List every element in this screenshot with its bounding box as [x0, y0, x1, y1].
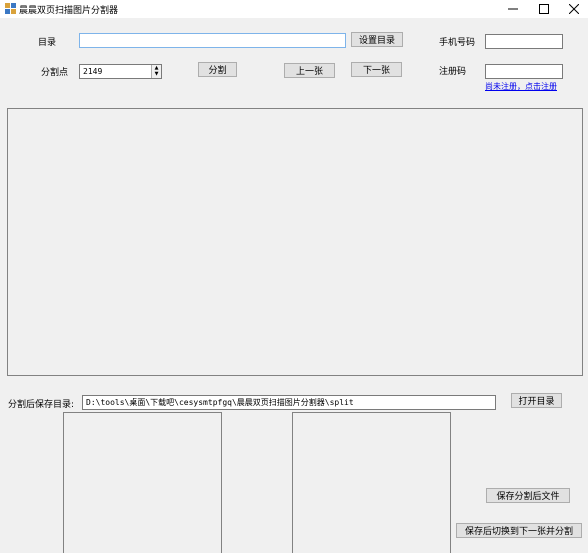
open-dir-button[interactable]: 打开目录: [511, 393, 562, 408]
close-button[interactable]: [559, 0, 588, 18]
save-dir-input[interactable]: D:\tools\桌面\下载吧\cesysmtpfgq\晨晨双页扫描图片分割器\…: [82, 395, 496, 410]
minimize-icon: [508, 8, 518, 10]
code-label: 注册码: [439, 67, 467, 77]
spin-down-icon[interactable]: ▼: [152, 71, 161, 78]
app-icon: [5, 3, 16, 14]
maximize-button[interactable]: [529, 0, 559, 18]
save-split-button[interactable]: 保存分割后文件: [486, 488, 570, 503]
register-link[interactable]: 尚未注册，点击注册: [485, 81, 557, 92]
close-icon: [569, 4, 579, 14]
dir-input[interactable]: [79, 33, 346, 48]
prev-button[interactable]: 上一张: [284, 63, 335, 78]
split-point-spinner[interactable]: ▲ ▼: [151, 65, 161, 78]
minimize-button[interactable]: [498, 0, 528, 18]
right-half-panel: [292, 412, 451, 553]
left-half-panel: [63, 412, 222, 553]
save-dir-label: 分割后保存目录:: [8, 400, 75, 410]
split-point-label: 分割点: [41, 68, 69, 78]
phone-label: 手机号码: [439, 38, 476, 48]
save-and-next-button[interactable]: 保存后切换到下一张并分割: [456, 523, 582, 538]
window-title: 晨晨双页扫描图片分割器: [19, 6, 119, 16]
maximize-icon: [539, 4, 549, 14]
split-point-input[interactable]: 2149: [79, 64, 162, 79]
phone-input[interactable]: [485, 34, 563, 49]
code-input[interactable]: [485, 64, 563, 79]
split-button[interactable]: 分割: [198, 62, 237, 77]
next-button[interactable]: 下一张: [351, 62, 402, 77]
set-dir-button[interactable]: 设置目录: [351, 32, 403, 47]
image-preview-panel[interactable]: [7, 108, 583, 376]
dir-label: 目录: [38, 38, 57, 48]
